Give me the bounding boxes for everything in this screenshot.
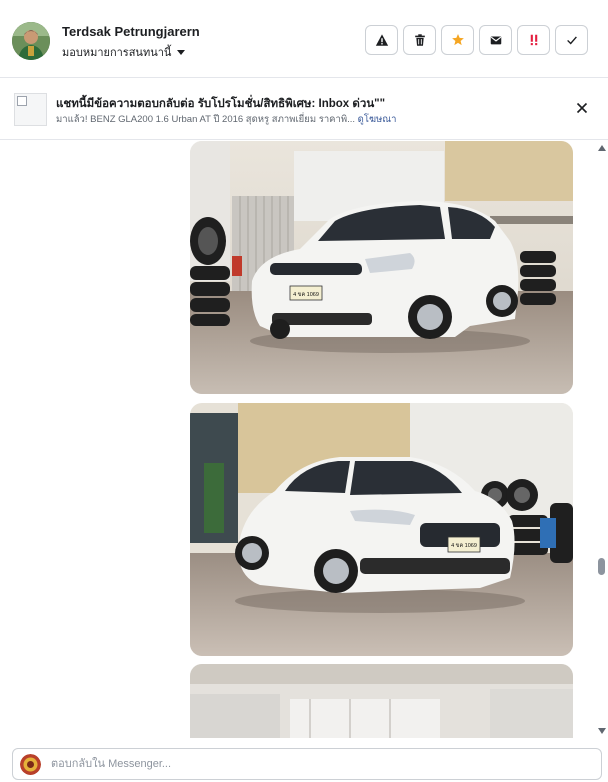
ad-reply-notice: แชทนี้มีข้อความตอบกลับต่อ รับโปรโมชั่น/ส… bbox=[0, 78, 608, 140]
scroll-up-arrow-icon[interactable] bbox=[598, 145, 606, 151]
reply-composer[interactable] bbox=[12, 748, 602, 780]
notice-subtitle: มาแล้ว! BENZ GLA200 1.6 Urban AT ปี 2016… bbox=[56, 112, 396, 127]
contact-name[interactable]: Terdsak Petrungjarern bbox=[62, 24, 200, 39]
ad-description: มาแล้ว! BENZ GLA200 1.6 Urban AT ปี 2016… bbox=[56, 114, 356, 125]
conversation-header: Terdsak Petrungjarern มอบหมายการสนทนานี้ bbox=[0, 0, 608, 78]
car-photo-2[interactable]: 4 ขค 1069 bbox=[190, 403, 573, 656]
ad-thumbnail[interactable] bbox=[14, 93, 47, 126]
follow-up-button[interactable] bbox=[517, 25, 550, 55]
check-icon bbox=[566, 36, 577, 45]
license-plate-text-2: 4 ขค 1069 bbox=[451, 543, 477, 549]
user-avatar[interactable] bbox=[12, 22, 50, 60]
assign-conversation-dropdown[interactable]: มอบหมายการสนทนานี้ bbox=[62, 43, 186, 61]
spam-button[interactable] bbox=[365, 25, 398, 55]
scrollbar-thumb[interactable] bbox=[598, 558, 605, 575]
close-icon[interactable] bbox=[574, 100, 590, 116]
view-ad-link[interactable]: ดูโฆษณา bbox=[358, 114, 397, 125]
warning-icon bbox=[375, 34, 388, 46]
license-plate-text-1: 4 ขค 1069 bbox=[293, 292, 319, 298]
star-icon bbox=[451, 34, 464, 46]
page-avatar bbox=[20, 754, 41, 775]
chevron-down-icon bbox=[177, 49, 186, 55]
message-thread: 4 ขค 1069 4 ขค 1069 bbox=[0, 141, 608, 738]
conversation-actions bbox=[365, 25, 588, 55]
mark-done-button[interactable] bbox=[555, 25, 588, 55]
broken-image-icon bbox=[17, 96, 27, 106]
mark-unread-button[interactable] bbox=[479, 25, 512, 55]
assign-label: มอบหมายการสนทนานี้ bbox=[62, 47, 172, 59]
scroll-down-arrow-icon[interactable] bbox=[598, 728, 606, 734]
thread-scrollbar[interactable] bbox=[596, 141, 608, 738]
notice-title: แชทนี้มีข้อความตอบกลับต่อ รับโปรโมชั่น/ส… bbox=[56, 98, 386, 110]
reply-input[interactable] bbox=[51, 756, 571, 772]
star-button[interactable] bbox=[441, 25, 474, 55]
car-photo-3[interactable] bbox=[190, 664, 573, 738]
trash-icon bbox=[414, 34, 425, 46]
car-photo-1[interactable]: 4 ขค 1069 bbox=[190, 141, 573, 394]
delete-button[interactable] bbox=[403, 25, 436, 55]
exclamation-icon bbox=[530, 34, 537, 46]
envelope-icon bbox=[490, 36, 501, 45]
